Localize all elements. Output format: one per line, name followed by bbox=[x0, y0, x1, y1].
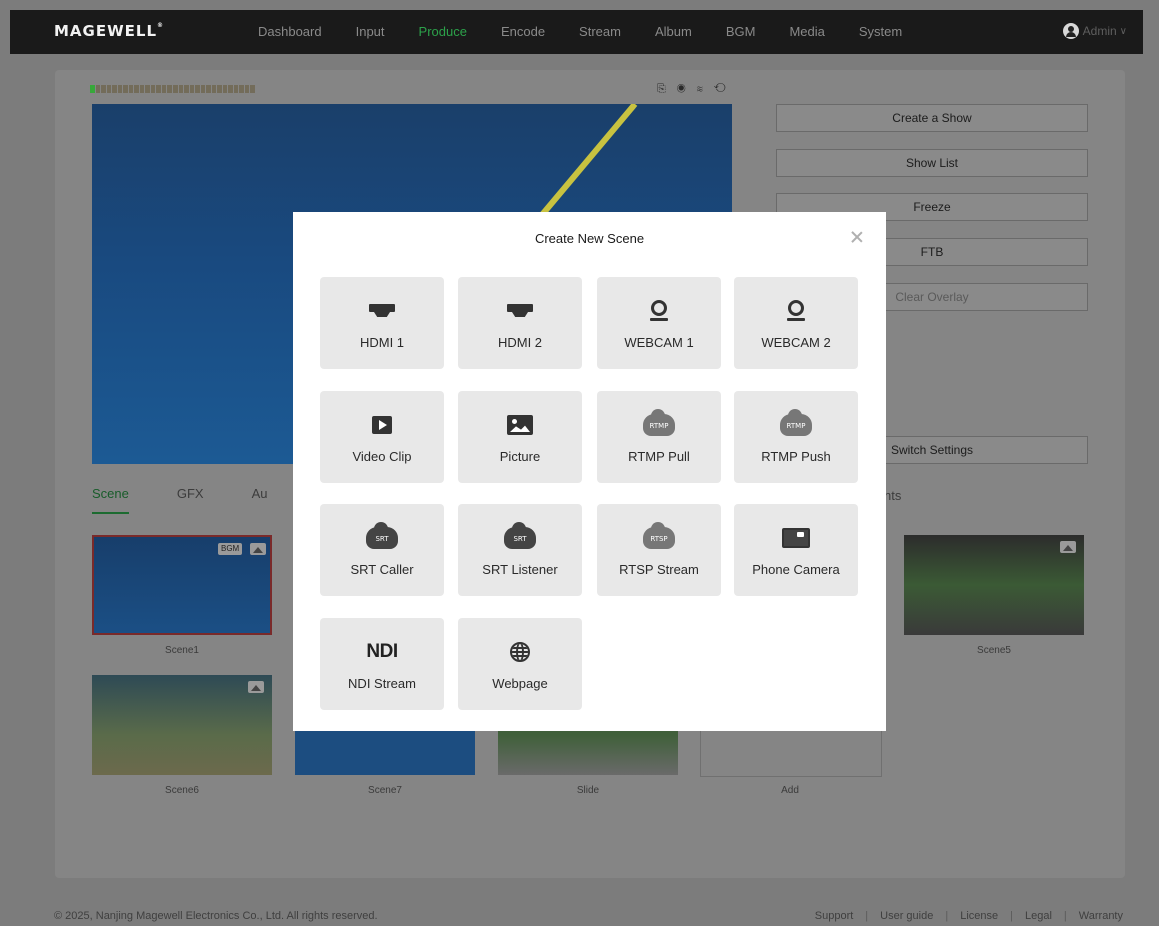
create-show-button[interactable]: Create a Show bbox=[776, 104, 1088, 132]
footer-links: Support | User guide | License | Legal |… bbox=[815, 910, 1123, 922]
user-avatar-icon bbox=[1062, 23, 1079, 39]
chevron-down-icon: ∨ bbox=[1119, 25, 1127, 37]
source-tile-rtmp-pull[interactable]: RTMP RTMP Pull bbox=[597, 391, 721, 483]
nav-menu: Dashboard Input Produce Encode Stream Al… bbox=[258, 10, 936, 54]
source-tile-rtsp-stream[interactable]: RTSP RTSP Stream bbox=[597, 504, 721, 596]
dialog-title: Create New Scene bbox=[534, 231, 645, 246]
picture-icon bbox=[507, 415, 533, 435]
top-nav: MAGEWELL® Dashboard Input Produce Encode… bbox=[10, 10, 1143, 54]
scene-thumb-scene5[interactable] bbox=[904, 535, 1084, 635]
scene-thumb-scene1[interactable]: BGM bbox=[92, 535, 272, 635]
tile-label: WEBCAM 2 bbox=[761, 335, 831, 350]
tile-label: RTMP Push bbox=[761, 449, 831, 464]
srt-cloud-icon: SRT bbox=[504, 522, 536, 549]
tile-label: Video Clip bbox=[352, 449, 412, 464]
play-icon bbox=[372, 416, 392, 434]
footer-link-license[interactable]: License bbox=[960, 910, 998, 922]
nav-item-stream[interactable]: Stream bbox=[579, 10, 621, 54]
nav-item-input[interactable]: Input bbox=[356, 10, 385, 54]
webcam-icon bbox=[650, 300, 668, 322]
nav-item-album[interactable]: Album bbox=[655, 10, 692, 54]
copyright-text: © 2025, Nanjing Magewell Electronics Co.… bbox=[54, 910, 378, 922]
nav-item-dashboard[interactable]: Dashboard bbox=[258, 10, 322, 54]
footer-separator: | bbox=[945, 910, 949, 922]
globe-icon bbox=[510, 642, 530, 662]
footer-link-legal[interactable]: Legal bbox=[1025, 910, 1052, 922]
magewell-logo[interactable]: MAGEWELL® bbox=[54, 22, 164, 40]
scene-tabs: Scene GFX Au bbox=[92, 486, 316, 514]
phone-camera-icon bbox=[782, 528, 810, 548]
tile-label: Webpage bbox=[492, 676, 548, 691]
nav-item-produce[interactable]: Produce bbox=[419, 10, 467, 54]
source-tile-picture[interactable]: Picture bbox=[458, 391, 582, 483]
source-tile-webcam-2[interactable]: WEBCAM 2 bbox=[734, 277, 858, 369]
rtsp-cloud-icon: RTSP bbox=[643, 522, 675, 549]
show-list-button[interactable]: Show List bbox=[776, 149, 1088, 177]
tile-label: NDI Stream bbox=[348, 676, 416, 691]
source-tile-hdmi-2[interactable]: HDMI 2 bbox=[458, 277, 582, 369]
scene-label: Scene7 bbox=[368, 785, 402, 796]
scene-thumb-scene6[interactable] bbox=[92, 675, 272, 775]
rtmp-cloud-icon: RTMP bbox=[643, 409, 675, 436]
tile-label: Phone Camera bbox=[752, 562, 840, 577]
scene-label: Slide bbox=[576, 785, 600, 796]
user-name: Admin bbox=[1082, 24, 1117, 38]
footer-separator: | bbox=[865, 910, 869, 922]
bgm-badge: BGM bbox=[218, 543, 243, 555]
webcam-icon bbox=[787, 300, 805, 322]
create-new-scene-dialog: Create New Scene HDMI 1 HDMI 2 WEBCAM 1 … bbox=[293, 212, 886, 731]
image-badge-icon bbox=[248, 681, 264, 693]
tab-audio[interactable]: Au bbox=[252, 486, 268, 514]
source-tile-ndi-stream[interactable]: NDI NDI Stream bbox=[320, 618, 444, 710]
audio-level-meter bbox=[90, 85, 255, 93]
footer-separator: | bbox=[1063, 910, 1067, 922]
source-tile-hdmi-1[interactable]: HDMI 1 bbox=[320, 277, 444, 369]
scene-label: Scene5 bbox=[977, 645, 1011, 656]
nav-item-system[interactable]: System bbox=[859, 10, 902, 54]
source-tile-webpage[interactable]: Webpage bbox=[458, 618, 582, 710]
source-tile-srt-caller[interactable]: SRT SRT Caller bbox=[320, 504, 444, 596]
close-icon[interactable] bbox=[850, 230, 864, 244]
tile-label: SRT Listener bbox=[482, 562, 558, 577]
footer-link-user-guide[interactable]: User guide bbox=[880, 910, 933, 922]
status-icons: ⎘ ◉ ≋ ⟲ bbox=[657, 83, 730, 95]
footer-separator: | bbox=[1010, 910, 1013, 922]
footer-link-warranty[interactable]: Warranty bbox=[1079, 910, 1123, 922]
image-badge-icon bbox=[250, 543, 266, 555]
source-tile-video-clip[interactable]: Video Clip bbox=[320, 391, 444, 483]
nav-item-media[interactable]: Media bbox=[789, 10, 824, 54]
tab-gfx[interactable]: GFX bbox=[177, 486, 204, 514]
tile-label: Picture bbox=[499, 449, 541, 464]
user-menu[interactable]: Admin ∨ bbox=[1062, 23, 1127, 39]
tile-label: WEBCAM 1 bbox=[624, 335, 694, 350]
nav-item-encode[interactable]: Encode bbox=[501, 10, 545, 54]
tab-scene[interactable]: Scene bbox=[92, 486, 129, 514]
tile-label: HDMI 1 bbox=[359, 335, 405, 350]
srt-cloud-icon: SRT bbox=[366, 522, 398, 549]
source-tile-srt-listener[interactable]: SRT SRT Listener bbox=[458, 504, 582, 596]
rtmp-cloud-icon: RTMP bbox=[780, 409, 812, 436]
tab-right-partial[interactable]: nts bbox=[884, 488, 901, 503]
source-tile-webcam-1[interactable]: WEBCAM 1 bbox=[597, 277, 721, 369]
tile-label: HDMI 2 bbox=[497, 335, 543, 350]
footer: © 2025, Nanjing Magewell Electronics Co.… bbox=[10, 900, 1143, 926]
tile-label: RTMP Pull bbox=[628, 449, 690, 464]
source-tile-rtmp-push[interactable]: RTMP RTMP Push bbox=[734, 391, 858, 483]
hdmi-icon bbox=[507, 304, 533, 318]
nav-item-bgm[interactable]: BGM bbox=[726, 10, 756, 54]
source-tile-phone-camera[interactable]: Phone Camera bbox=[734, 504, 858, 596]
ndi-icon: NDI bbox=[366, 641, 398, 662]
add-scene-label: Add bbox=[781, 785, 799, 796]
tile-label: RTSP Stream bbox=[619, 562, 699, 577]
footer-link-support[interactable]: Support bbox=[815, 910, 854, 922]
scene-label: Scene6 bbox=[165, 785, 199, 796]
hdmi-icon bbox=[369, 304, 395, 318]
scene-label: Scene1 bbox=[165, 645, 199, 656]
tile-label: SRT Caller bbox=[350, 562, 414, 577]
image-badge-icon bbox=[1060, 541, 1076, 553]
